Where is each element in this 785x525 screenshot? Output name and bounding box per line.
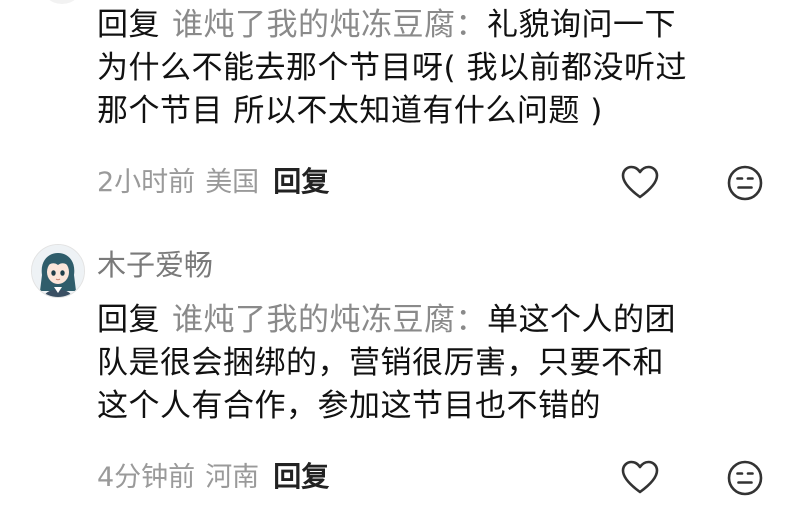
comment-text-line: 这个人有合作，参加这节目也不错的 xyxy=(97,388,601,424)
comment-text-line: 礼貌询问一下 xyxy=(487,7,676,43)
comment-location: 美国 xyxy=(205,167,260,198)
comment-body: 回复 谁炖了我的炖冻豆腐：礼貌询问一下 为什么不能去那个节目呀( 我以前都没听过 … xyxy=(97,4,772,133)
avatar[interactable] xyxy=(40,0,84,4)
comment-item: 回复 谁炖了我的炖冻豆腐：礼貌询问一下 为什么不能去那个节目呀( 我以前都没听过 … xyxy=(0,0,785,215)
comment-text-line: 单这个人的团 xyxy=(487,302,676,338)
comment-text-line: 为什么不能去那个节目呀( 我以前都没听过 xyxy=(97,50,687,86)
reply-prefix: 回复 xyxy=(97,302,160,338)
heart-outline-icon[interactable] xyxy=(620,458,660,498)
comment-time: 4分钟前 xyxy=(97,462,196,493)
comment-username[interactable]: 木子爱畅 xyxy=(97,247,213,283)
reply-button[interactable]: 回复 xyxy=(273,165,329,198)
heart-outline-icon[interactable] xyxy=(620,163,660,203)
anime-girl-avatar-icon xyxy=(32,245,84,297)
comment-location: 河南 xyxy=(205,462,260,493)
avatar[interactable] xyxy=(31,244,85,298)
neutral-face-icon[interactable] xyxy=(725,163,765,203)
reply-target-username[interactable]: 谁炖了我的炖冻豆腐： xyxy=(172,302,487,338)
comment-meta: 4分钟前 河南 回复 xyxy=(97,460,329,495)
comment-item: 木子爱畅 回复 谁炖了我的炖冻豆腐：单这个人的团 队是很会捆绑的，营销很厉害，只要… xyxy=(0,215,785,525)
neutral-face-icon[interactable] xyxy=(725,458,765,498)
comment-text-line: 那个节目 所以不太知道有什么问题 ) xyxy=(97,93,603,129)
comment-meta: 2小时前 美国 回复 xyxy=(97,165,329,200)
reply-target-username[interactable]: 谁炖了我的炖冻豆腐： xyxy=(172,7,487,43)
reply-prefix: 回复 xyxy=(97,7,160,43)
comment-text-line: 队是很会捆绑的，营销很厉害，只要不和 xyxy=(97,345,664,381)
reply-button[interactable]: 回复 xyxy=(273,460,329,493)
comment-body: 回复 谁炖了我的炖冻豆腐：单这个人的团 队是很会捆绑的，营销很厉害，只要不和 这个… xyxy=(97,299,772,428)
comment-time: 2小时前 xyxy=(97,167,196,198)
